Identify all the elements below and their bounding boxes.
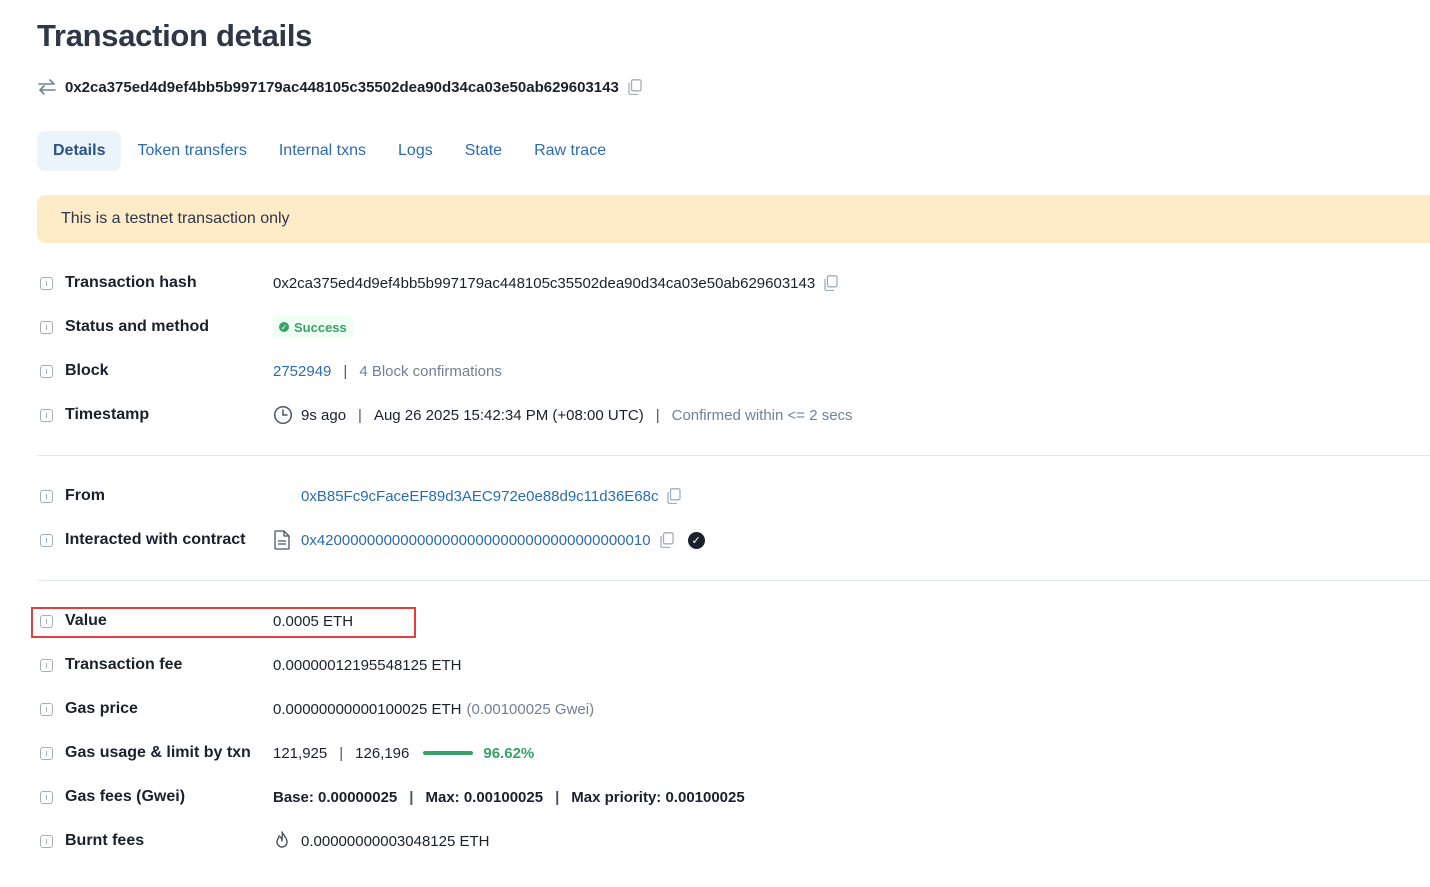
timestamp-ago: 9s ago [301, 406, 347, 424]
status-text: Success [294, 319, 347, 335]
field-label: Block [65, 362, 109, 379]
gas-usage-bar [423, 751, 474, 755]
gas-fee-priority: Max priority: 0.00100025 [571, 788, 745, 806]
field-value: 0x2ca375ed4d9ef4bb5b997179ac448105c35502… [273, 275, 838, 292]
tab-logs[interactable]: Logs [382, 131, 449, 171]
flame-icon [273, 831, 291, 851]
separator: | [555, 788, 560, 806]
gas-fee-max: Max: 0.00100025 [425, 788, 544, 806]
gas-fee-base: Base: 0.00000025 [273, 788, 398, 806]
info-icon[interactable] [40, 276, 53, 290]
gas-limit: 126,196 [355, 744, 410, 762]
gas-price-gwei: (0.00100025 Gwei) [466, 700, 595, 718]
field-value: Base: 0.00000025 | Max: 0.00100025 | Max… [273, 789, 745, 806]
clock-icon [273, 405, 293, 425]
field-label: Interacted with contract [65, 531, 246, 548]
field-label: Gas fees (Gwei) [65, 788, 186, 805]
copy-icon[interactable] [628, 79, 642, 95]
separator: | [339, 744, 344, 762]
page-title: Transaction details [37, 18, 313, 53]
tab-bar: Details Token transfers Internal txns Lo… [37, 131, 622, 171]
separator: | [343, 362, 348, 380]
row-contract: Interacted with contract 0x4200000000000… [37, 528, 705, 552]
row-value: Value 0.0005 ETH [37, 609, 353, 633]
burnt-fee-amount: 0.00000000003048125 ETH [301, 832, 490, 850]
info-icon[interactable] [40, 533, 53, 547]
field-label: Transaction fee [65, 656, 183, 673]
field-value: 0.00000000003048125 ETH [273, 831, 490, 851]
testnet-banner: This is a testnet transaction only [37, 195, 1430, 243]
tab-state[interactable]: State [449, 131, 518, 171]
separator: | [409, 788, 414, 806]
contract-address-link[interactable]: 0x42000000000000000000000000000000000000… [301, 532, 651, 549]
row-gas-price: Gas price 0.00000000000100025 ETH (0.001… [37, 697, 594, 721]
field-value: ✓ Success [273, 316, 353, 338]
row-block: Block 2752949 | 4 Block confirmations [37, 359, 502, 383]
timestamp-confirmed: Confirmed within <= 2 secs [671, 406, 853, 424]
row-timestamp: Timestamp 9s ago | Aug 26 2025 15:42:34 … [37, 403, 853, 427]
swap-arrows-icon [37, 77, 57, 97]
timestamp-datetime: Aug 26 2025 15:42:34 PM (+08:00 UTC) [373, 406, 644, 424]
info-icon[interactable] [40, 790, 53, 804]
info-icon[interactable] [40, 364, 53, 378]
separator: | [655, 406, 660, 424]
copy-icon[interactable] [659, 532, 674, 548]
gas-used: 121,925 [273, 744, 328, 762]
row-burnt-fees: Burnt fees 0.00000000003048125 ETH [37, 829, 490, 853]
field-label: Gas price [65, 700, 138, 717]
copy-icon[interactable] [824, 275, 838, 291]
value-amount: 0.0005 ETH [273, 612, 354, 630]
gas-price-eth: 0.00000000000100025 ETH [273, 700, 462, 718]
field-value: 9s ago | Aug 26 2025 15:42:34 PM (+08:00… [273, 405, 853, 425]
info-icon[interactable] [40, 658, 53, 672]
field-label: Status and method [65, 318, 210, 335]
fee-amount: 0.00000012195548125 ETH [273, 656, 462, 674]
info-icon[interactable] [40, 746, 53, 760]
row-transaction-fee: Transaction fee 0.00000012195548125 ETH [37, 653, 462, 677]
field-value: 0x42000000000000000000000000000000000000… [273, 530, 705, 550]
separator: | [358, 406, 362, 424]
copy-icon[interactable] [667, 488, 682, 504]
verified-check-icon: ✓ [687, 531, 705, 549]
tab-token-transfers[interactable]: Token transfers [121, 131, 262, 171]
tx-hash-header-text: 0x2ca375ed4d9ef4bb5b997179ac448105c35502… [65, 78, 619, 96]
check-circle-icon: ✓ [279, 322, 289, 332]
tx-hash-value: 0x2ca375ed4d9ef4bb5b997179ac448105c35502… [273, 274, 816, 292]
field-value: 2752949 | 4 Block confirmations [273, 363, 502, 380]
row-status: Status and method ✓ Success [37, 315, 353, 339]
field-label: From [65, 487, 105, 504]
info-icon[interactable] [40, 834, 53, 848]
info-icon[interactable] [40, 702, 53, 716]
divider [37, 455, 1430, 456]
tab-raw-trace[interactable]: Raw trace [518, 131, 622, 171]
row-transaction-hash: Transaction hash 0x2ca375ed4d9ef4bb5b997… [37, 271, 838, 295]
gas-usage-percent: 96.62% [483, 744, 535, 762]
status-badge: ✓ Success [273, 316, 353, 338]
info-icon[interactable] [40, 614, 53, 628]
field-value: 121,925 | 126,196 96.62% [273, 745, 534, 762]
field-label: Transaction hash [65, 274, 197, 291]
block-confirmations: 4 Block confirmations [359, 362, 502, 380]
tab-internal-txns[interactable]: Internal txns [263, 131, 382, 171]
row-gas-fees: Gas fees (Gwei) Base: 0.00000025 | Max: … [37, 785, 745, 809]
row-from: From 0xB85Fc9cFaceEF89d3AEC972e0e88d9c11… [37, 484, 682, 508]
block-number-link[interactable]: 2752949 [273, 363, 331, 380]
field-value: 0xB85Fc9cFaceEF89d3AEC972e0e88d9c11d36E6… [301, 488, 682, 505]
row-gas-usage: Gas usage & limit by txn 121,925 | 126,1… [37, 741, 534, 765]
info-icon[interactable] [40, 489, 53, 503]
field-label: Gas usage & limit by txn [65, 744, 251, 761]
info-icon[interactable] [40, 320, 53, 334]
field-label: Timestamp [65, 406, 150, 423]
divider [37, 580, 1430, 581]
contract-file-icon [273, 530, 291, 550]
field-label: Burnt fees [65, 832, 145, 849]
field-label: Value [65, 612, 107, 629]
tx-hash-header: 0x2ca375ed4d9ef4bb5b997179ac448105c35502… [37, 76, 642, 98]
tab-details[interactable]: Details [37, 131, 122, 171]
info-icon[interactable] [40, 408, 53, 422]
field-value: 0.00000000000100025 ETH (0.00100025 Gwei… [273, 701, 594, 718]
from-address-link[interactable]: 0xB85Fc9cFaceEF89d3AEC972e0e88d9c11d36E6… [301, 488, 658, 505]
